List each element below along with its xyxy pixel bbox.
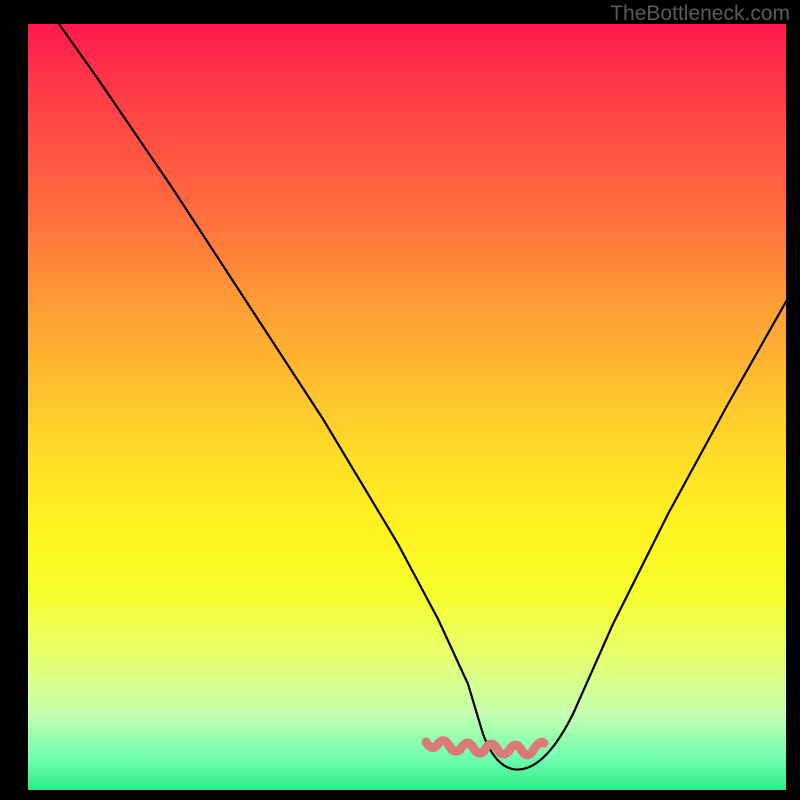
watermark-text: TheBottleneck.com [610, 2, 790, 26]
bottleneck-curve-svg [28, 24, 786, 790]
bottleneck-curve [52, 14, 796, 770]
chart-plot-area [28, 24, 786, 790]
trough-marker [426, 741, 544, 755]
chart-frame: TheBottleneck.com [0, 0, 800, 800]
